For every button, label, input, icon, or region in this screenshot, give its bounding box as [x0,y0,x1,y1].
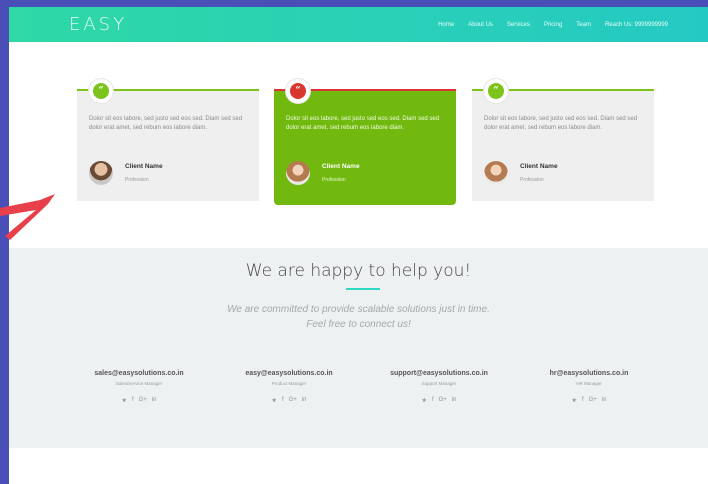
client-name: Client Name [322,163,360,170]
facebook-icon[interactable]: f [582,397,584,404]
linkedin-icon[interactable]: in [302,397,307,404]
nav-services[interactable]: Services [507,22,530,28]
pointer-arrow-icon [0,194,55,240]
contact-role: HR Manager [576,381,602,386]
contact-email[interactable]: hr@easysolutions.co.in [514,370,664,377]
client-profession: Profession [520,177,544,183]
page: EASY Home About Us Services Pricing Team… [9,7,708,484]
client-profession: Profession [322,177,346,183]
nav-team[interactable]: Team [576,22,591,28]
testimonial-card-active: “ Dolor sit eos labore, sed justo sed eo… [274,79,456,205]
contact-role: Support Manager [421,381,457,386]
contact-easy: easy@easysolutions.co.in Product Manager… [214,370,364,404]
contact-role: Product Manager [271,381,307,386]
contact-sales: sales@easysolutions.co.in Sales/Service … [64,370,214,404]
contact-support: support@easysolutions.co.in Support Mana… [364,370,514,404]
client-name: Client Name [520,163,558,170]
avatar [286,161,310,185]
facebook-icon[interactable]: f [132,397,134,404]
quote-badge: “ [89,79,113,103]
quote-icon: “ [488,83,504,99]
nav-reach-us[interactable]: Reach Us: 9999999999 [605,22,668,28]
twitter-icon[interactable]: ★ [272,397,277,404]
contact-email[interactable]: easy@easysolutions.co.in [214,370,364,377]
contact-hr: hr@easysolutions.co.in HR Manager ★ f G+… [514,370,664,404]
client-info: Client Name Profession [89,161,163,185]
google-plus-icon[interactable]: G+ [139,397,147,404]
social-links: ★ f G+ in [364,397,514,404]
title-underline [346,288,380,290]
client-info: Client Name Profession [286,161,360,185]
quote-badge: “ [484,79,508,103]
linkedin-icon[interactable]: in [452,397,457,404]
quote-badge: “ [286,79,310,103]
help-subtitle-line-2: Feel free to connect us! [306,319,411,330]
nav-links: Home About Us Services Pricing Team Reac… [438,22,668,28]
client-info: Client Name Profession [484,161,558,185]
twitter-icon[interactable]: ★ [422,397,427,404]
contact-email[interactable]: sales@easysolutions.co.in [64,370,214,377]
nav-about[interactable]: About Us [468,22,493,28]
facebook-icon[interactable]: f [282,397,284,404]
help-section: We are happy to help you! We are committ… [9,248,708,448]
client-name: Client Name [125,163,163,170]
nav-home[interactable]: Home [438,22,454,28]
help-subtitle: We are committed to provide scalable sol… [9,302,708,332]
testimonial-text: Dolor sit eos labore, sed justo sed eos … [484,116,638,131]
quote-icon: “ [93,83,109,99]
logo[interactable]: EASY [69,14,127,35]
google-plus-icon[interactable]: G+ [289,397,297,404]
google-plus-icon[interactable]: G+ [589,397,597,404]
facebook-icon[interactable]: f [432,397,434,404]
linkedin-icon[interactable]: in [152,397,157,404]
help-subtitle-line-1: We are committed to provide scalable sol… [227,304,490,315]
help-title: We are happy to help you! [245,261,472,281]
contact-role: Sales/Service Manager [115,381,163,386]
testimonial-text: Dolor sit eos labore, sed justo sed eos … [286,116,440,131]
avatar [89,161,113,185]
client-profession: Profession [125,177,149,183]
testimonials-section: “ Dolor sit eos labore, sed justo sed eo… [9,79,708,239]
twitter-icon[interactable]: ★ [122,397,127,404]
social-links: ★ f G+ in [514,397,664,404]
google-plus-icon[interactable]: G+ [439,397,447,404]
nav-pricing[interactable]: Pricing [544,22,562,28]
testimonial-card: “ Dolor sit eos labore, sed justo sed eo… [472,79,654,201]
contact-email[interactable]: support@easysolutions.co.in [364,370,514,377]
navbar: EASY Home About Us Services Pricing Team… [9,7,708,42]
testimonial-card: “ Dolor sit eos labore, sed justo sed eo… [77,79,259,201]
testimonial-text: Dolor sit eos labore, sed justo sed eos … [89,116,243,131]
twitter-icon[interactable]: ★ [572,397,577,404]
social-links: ★ f G+ in [64,397,214,404]
social-links: ★ f G+ in [214,397,364,404]
contacts-row: sales@easysolutions.co.in Sales/Service … [64,370,664,404]
linkedin-icon[interactable]: in [602,397,607,404]
avatar [484,161,508,185]
quote-icon: “ [290,83,306,99]
